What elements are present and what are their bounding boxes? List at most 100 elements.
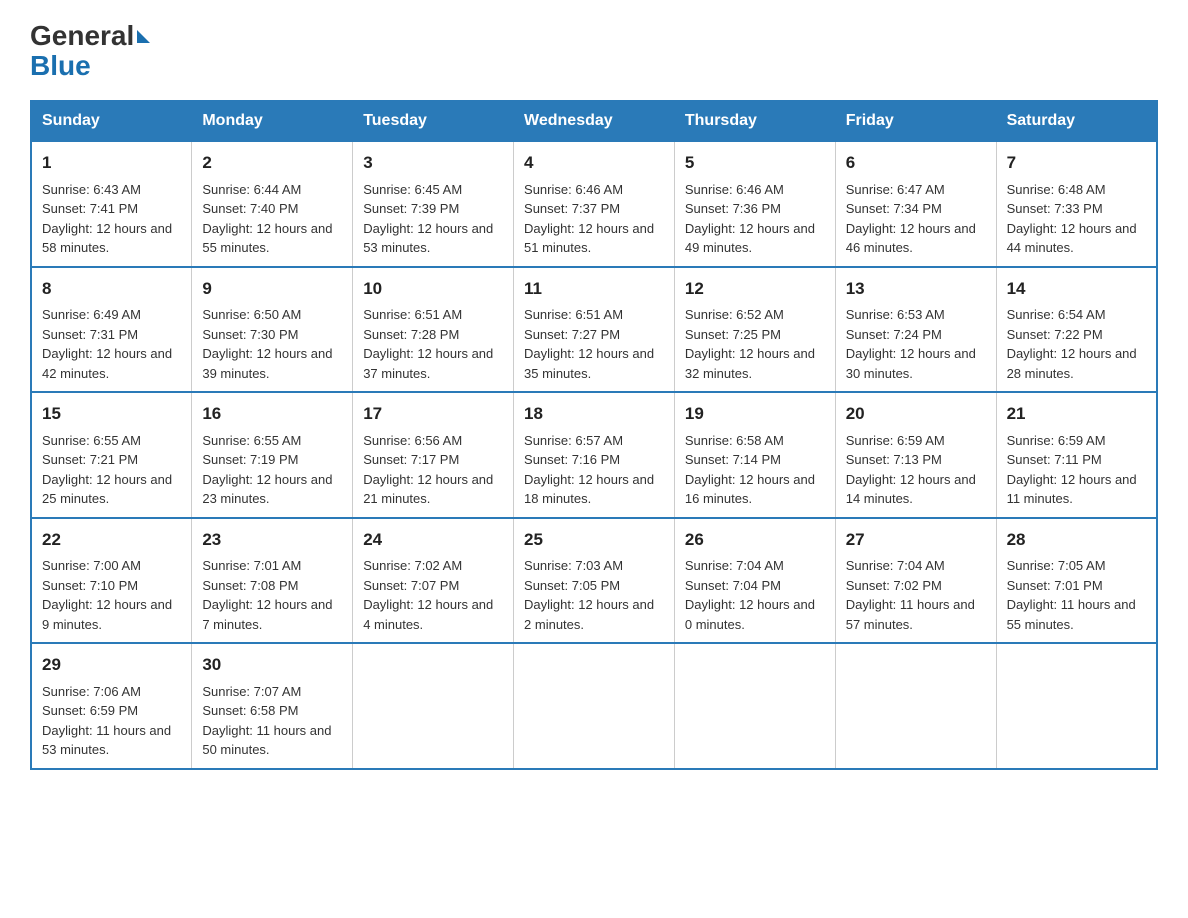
day-number: 6	[846, 150, 986, 176]
calendar-day-cell: 4 Sunrise: 6:46 AMSunset: 7:37 PMDaylight…	[514, 141, 675, 267]
day-number: 18	[524, 401, 664, 427]
day-info: Sunrise: 6:51 AMSunset: 7:27 PMDaylight:…	[524, 307, 654, 381]
calendar-day-cell: 27 Sunrise: 7:04 AMSunset: 7:02 PMDayligh…	[835, 518, 996, 644]
day-info: Sunrise: 7:04 AMSunset: 7:04 PMDaylight:…	[685, 558, 815, 632]
day-number: 17	[363, 401, 503, 427]
day-info: Sunrise: 6:49 AMSunset: 7:31 PMDaylight:…	[42, 307, 172, 381]
calendar-week-row: 15Sunrise: 6:55 AMSunset: 7:21 PMDayligh…	[31, 392, 1157, 518]
day-number: 27	[846, 527, 986, 553]
day-info: Sunrise: 6:46 AMSunset: 7:37 PMDaylight:…	[524, 182, 654, 256]
day-info: Sunrise: 6:59 AMSunset: 7:11 PMDaylight:…	[1007, 433, 1137, 507]
day-info: Sunrise: 7:02 AMSunset: 7:07 PMDaylight:…	[363, 558, 493, 632]
day-number: 3	[363, 150, 503, 176]
day-number: 23	[202, 527, 342, 553]
day-of-week-header: Friday	[835, 101, 996, 141]
day-info: Sunrise: 6:55 AMSunset: 7:19 PMDaylight:…	[202, 433, 332, 507]
calendar-day-cell: 21 Sunrise: 6:59 AMSunset: 7:11 PMDayligh…	[996, 392, 1157, 518]
calendar-day-cell: 2Sunrise: 6:44 AMSunset: 7:40 PMDaylight…	[192, 141, 353, 267]
calendar-day-cell: 7Sunrise: 6:48 AMSunset: 7:33 PMDaylight…	[996, 141, 1157, 267]
day-of-week-header: Wednesday	[514, 101, 675, 141]
day-info: Sunrise: 7:05 AMSunset: 7:01 PMDaylight:…	[1007, 558, 1136, 632]
day-info: Sunrise: 7:04 AMSunset: 7:02 PMDaylight:…	[846, 558, 975, 632]
calendar-day-cell: 16 Sunrise: 6:55 AMSunset: 7:19 PMDayligh…	[192, 392, 353, 518]
day-info: Sunrise: 7:00 AMSunset: 7:10 PMDaylight:…	[42, 558, 172, 632]
day-number: 30	[202, 652, 342, 678]
calendar-day-cell: 23 Sunrise: 7:01 AMSunset: 7:08 PMDayligh…	[192, 518, 353, 644]
day-number: 12	[685, 276, 825, 302]
day-number: 25	[524, 527, 664, 553]
day-info: Sunrise: 7:01 AMSunset: 7:08 PMDaylight:…	[202, 558, 332, 632]
calendar-week-row: 22 Sunrise: 7:00 AMSunset: 7:10 PMDayligh…	[31, 518, 1157, 644]
day-info: Sunrise: 6:59 AMSunset: 7:13 PMDaylight:…	[846, 433, 976, 507]
day-number: 1	[42, 150, 181, 176]
day-info: Sunrise: 6:56 AMSunset: 7:17 PMDaylight:…	[363, 433, 493, 507]
day-info: Sunrise: 6:53 AMSunset: 7:24 PMDaylight:…	[846, 307, 976, 381]
day-number: 21	[1007, 401, 1146, 427]
calendar-day-cell	[996, 643, 1157, 769]
day-number: 14	[1007, 276, 1146, 302]
day-info: Sunrise: 6:43 AMSunset: 7:41 PMDaylight:…	[42, 182, 172, 256]
calendar-day-cell: 25 Sunrise: 7:03 AMSunset: 7:05 PMDayligh…	[514, 518, 675, 644]
day-number: 10	[363, 276, 503, 302]
calendar-day-cell: 18 Sunrise: 6:57 AMSunset: 7:16 PMDayligh…	[514, 392, 675, 518]
calendar-week-row: 8 Sunrise: 6:49 AMSunset: 7:31 PMDaylight…	[31, 267, 1157, 393]
day-info: Sunrise: 6:47 AMSunset: 7:34 PMDaylight:…	[846, 182, 976, 256]
day-info: Sunrise: 6:45 AMSunset: 7:39 PMDaylight:…	[363, 182, 493, 256]
calendar-day-cell: 1 Sunrise: 6:43 AMSunset: 7:41 PMDaylight…	[31, 141, 192, 267]
calendar-day-cell: 14 Sunrise: 6:54 AMSunset: 7:22 PMDayligh…	[996, 267, 1157, 393]
calendar-day-cell	[835, 643, 996, 769]
page-header: General Blue	[30, 20, 1158, 82]
calendar-day-cell: 26Sunrise: 7:04 AMSunset: 7:04 PMDayligh…	[674, 518, 835, 644]
calendar-day-cell: 19Sunrise: 6:58 AMSunset: 7:14 PMDayligh…	[674, 392, 835, 518]
calendar-header-row: SundayMondayTuesdayWednesdayThursdayFrid…	[31, 101, 1157, 141]
day-info: Sunrise: 6:57 AMSunset: 7:16 PMDaylight:…	[524, 433, 654, 507]
day-info: Sunrise: 7:07 AMSunset: 6:58 PMDaylight:…	[202, 684, 331, 758]
calendar-day-cell: 29Sunrise: 7:06 AMSunset: 6:59 PMDayligh…	[31, 643, 192, 769]
day-number: 4	[524, 150, 664, 176]
calendar-day-cell: 6 Sunrise: 6:47 AMSunset: 7:34 PMDaylight…	[835, 141, 996, 267]
calendar-day-cell: 11 Sunrise: 6:51 AMSunset: 7:27 PMDayligh…	[514, 267, 675, 393]
day-number: 19	[685, 401, 825, 427]
day-of-week-header: Saturday	[996, 101, 1157, 141]
calendar-day-cell: 12 Sunrise: 6:52 AMSunset: 7:25 PMDayligh…	[674, 267, 835, 393]
day-number: 29	[42, 652, 181, 678]
calendar-day-cell: 8 Sunrise: 6:49 AMSunset: 7:31 PMDaylight…	[31, 267, 192, 393]
day-info: Sunrise: 6:46 AMSunset: 7:36 PMDaylight:…	[685, 182, 815, 256]
day-number: 13	[846, 276, 986, 302]
day-info: Sunrise: 6:51 AMSunset: 7:28 PMDaylight:…	[363, 307, 493, 381]
calendar-day-cell: 3 Sunrise: 6:45 AMSunset: 7:39 PMDaylight…	[353, 141, 514, 267]
logo-blue: Blue	[30, 50, 91, 82]
calendar-day-cell: 24 Sunrise: 7:02 AMSunset: 7:07 PMDayligh…	[353, 518, 514, 644]
calendar-day-cell: 30 Sunrise: 7:07 AMSunset: 6:58 PMDayligh…	[192, 643, 353, 769]
day-number: 9	[202, 276, 342, 302]
day-info: Sunrise: 6:52 AMSunset: 7:25 PMDaylight:…	[685, 307, 815, 381]
calendar-day-cell: 17 Sunrise: 6:56 AMSunset: 7:17 PMDayligh…	[353, 392, 514, 518]
day-info: Sunrise: 6:54 AMSunset: 7:22 PMDaylight:…	[1007, 307, 1137, 381]
day-number: 24	[363, 527, 503, 553]
day-number: 15	[42, 401, 181, 427]
calendar-day-cell	[353, 643, 514, 769]
day-info: Sunrise: 6:44 AMSunset: 7:40 PMDaylight:…	[202, 182, 332, 256]
day-info: Sunrise: 7:03 AMSunset: 7:05 PMDaylight:…	[524, 558, 654, 632]
day-number: 7	[1007, 150, 1146, 176]
calendar-week-row: 1 Sunrise: 6:43 AMSunset: 7:41 PMDaylight…	[31, 141, 1157, 267]
calendar-day-cell: 15Sunrise: 6:55 AMSunset: 7:21 PMDayligh…	[31, 392, 192, 518]
day-of-week-header: Tuesday	[353, 101, 514, 141]
day-number: 16	[202, 401, 342, 427]
calendar-table: SundayMondayTuesdayWednesdayThursdayFrid…	[30, 100, 1158, 770]
calendar-day-cell: 5 Sunrise: 6:46 AMSunset: 7:36 PMDaylight…	[674, 141, 835, 267]
calendar-day-cell: 13 Sunrise: 6:53 AMSunset: 7:24 PMDayligh…	[835, 267, 996, 393]
logo-general: General	[30, 20, 134, 52]
day-number: 8	[42, 276, 181, 302]
day-number: 22	[42, 527, 181, 553]
day-number: 5	[685, 150, 825, 176]
day-of-week-header: Sunday	[31, 101, 192, 141]
logo-triangle-icon	[137, 30, 150, 43]
day-of-week-header: Thursday	[674, 101, 835, 141]
day-number: 11	[524, 276, 664, 302]
calendar-day-cell: 9 Sunrise: 6:50 AMSunset: 7:30 PMDaylight…	[192, 267, 353, 393]
day-of-week-header: Monday	[192, 101, 353, 141]
calendar-day-cell: 28Sunrise: 7:05 AMSunset: 7:01 PMDayligh…	[996, 518, 1157, 644]
calendar-day-cell	[674, 643, 835, 769]
day-info: Sunrise: 6:50 AMSunset: 7:30 PMDaylight:…	[202, 307, 332, 381]
